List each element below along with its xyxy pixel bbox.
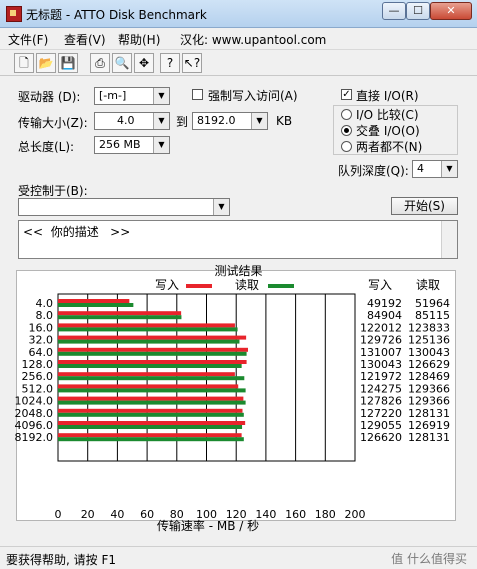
read-bar [58, 437, 244, 442]
read-value: 123833 [408, 321, 450, 334]
y-tick-label: 256.0 [22, 370, 54, 383]
y-tick-label: 32.0 [29, 334, 54, 347]
y-tick-label: 128.0 [22, 358, 54, 371]
x-tick-label: 40 [110, 508, 124, 521]
write-value: 121972 [360, 370, 402, 383]
read-bar [58, 412, 244, 417]
write-value: 126620 [360, 431, 402, 444]
write-bar [58, 347, 248, 352]
x-tick-label: 60 [140, 508, 154, 521]
read-value: 126629 [408, 358, 450, 371]
y-tick-label: 4096.0 [15, 419, 54, 432]
write-column-header: 写入 [368, 278, 392, 292]
write-bar [58, 433, 242, 438]
read-value: 51964 [415, 297, 450, 310]
write-value: 122012 [360, 321, 402, 334]
read-bar [58, 303, 134, 307]
y-tick-label: 4.0 [36, 297, 54, 310]
y-tick-label: 2048.0 [15, 407, 54, 420]
y-tick-label: 512.0 [22, 382, 54, 395]
x-tick-label: 200 [345, 508, 366, 521]
y-tick-label: 8192.0 [15, 431, 54, 444]
y-tick-label: 1024.0 [15, 395, 54, 408]
x-tick-label: 0 [55, 508, 62, 521]
read-bar [58, 376, 245, 381]
write-bar [58, 311, 182, 316]
read-bar [58, 400, 246, 405]
y-tick-label: 64.0 [29, 346, 54, 359]
benchmark-chart: 0 20 40 60 80 100 120 140 160 180 200传输速率 - MB / 秒… [15, 278, 451, 533]
x-tick-label: 160 [285, 508, 306, 521]
x-tick-label: 180 [315, 508, 336, 521]
write-value: 129726 [360, 334, 402, 347]
read-value: 130043 [408, 346, 450, 359]
legend-write-label: 写入 [155, 278, 179, 292]
read-bar [58, 327, 238, 332]
atto-window: 无标题 - ATTO Disk Benchmark — ☐ ✕ 文件(F) 查看… [0, 0, 477, 569]
x-tick-label: 20 [81, 508, 95, 521]
read-value: 85115 [415, 309, 450, 322]
read-value: 128131 [408, 407, 450, 420]
write-value: 131007 [360, 346, 402, 359]
x-axis-label: 传输速率 - MB / 秒 [157, 518, 259, 533]
y-tick-label: 16.0 [29, 321, 54, 334]
write-bar [58, 396, 244, 401]
write-bar [58, 360, 247, 364]
read-column-header: 读取 [416, 278, 440, 292]
read-bar [58, 351, 247, 356]
write-value: 127826 [360, 395, 402, 408]
read-bar [58, 388, 246, 393]
legend-write-swatch [186, 284, 212, 288]
status-text: 要获得帮助, 请按 F1 [6, 553, 116, 567]
read-bar [58, 364, 242, 368]
read-value: 128469 [408, 370, 450, 383]
read-value: 125136 [408, 334, 450, 347]
watermark: 值 什么值得买 [391, 552, 467, 566]
write-bar [58, 299, 130, 303]
write-value: 130043 [360, 358, 402, 371]
legend-read-swatch [268, 284, 294, 288]
read-value: 128131 [408, 431, 450, 444]
write-bar [58, 384, 239, 389]
write-value: 127220 [360, 407, 402, 420]
legend-read-label: 读取 [235, 278, 259, 292]
write-value: 129055 [360, 419, 402, 432]
read-value: 129366 [408, 382, 450, 395]
y-tick-label: 8.0 [36, 309, 54, 322]
write-value: 49192 [367, 297, 402, 310]
read-bar [58, 425, 243, 429]
read-bar [58, 339, 240, 344]
write-bar [58, 323, 235, 328]
write-bar [58, 408, 243, 413]
write-value: 124275 [360, 382, 402, 395]
write-bar [58, 335, 247, 340]
read-value: 126919 [408, 419, 450, 432]
status-bar: 要获得帮助, 请按 F1 值 什么值得买 [0, 546, 477, 569]
write-bar [58, 421, 246, 425]
read-value: 129366 [408, 395, 450, 408]
write-value: 84904 [367, 309, 402, 322]
write-bar [58, 372, 235, 377]
read-bar [58, 315, 182, 320]
